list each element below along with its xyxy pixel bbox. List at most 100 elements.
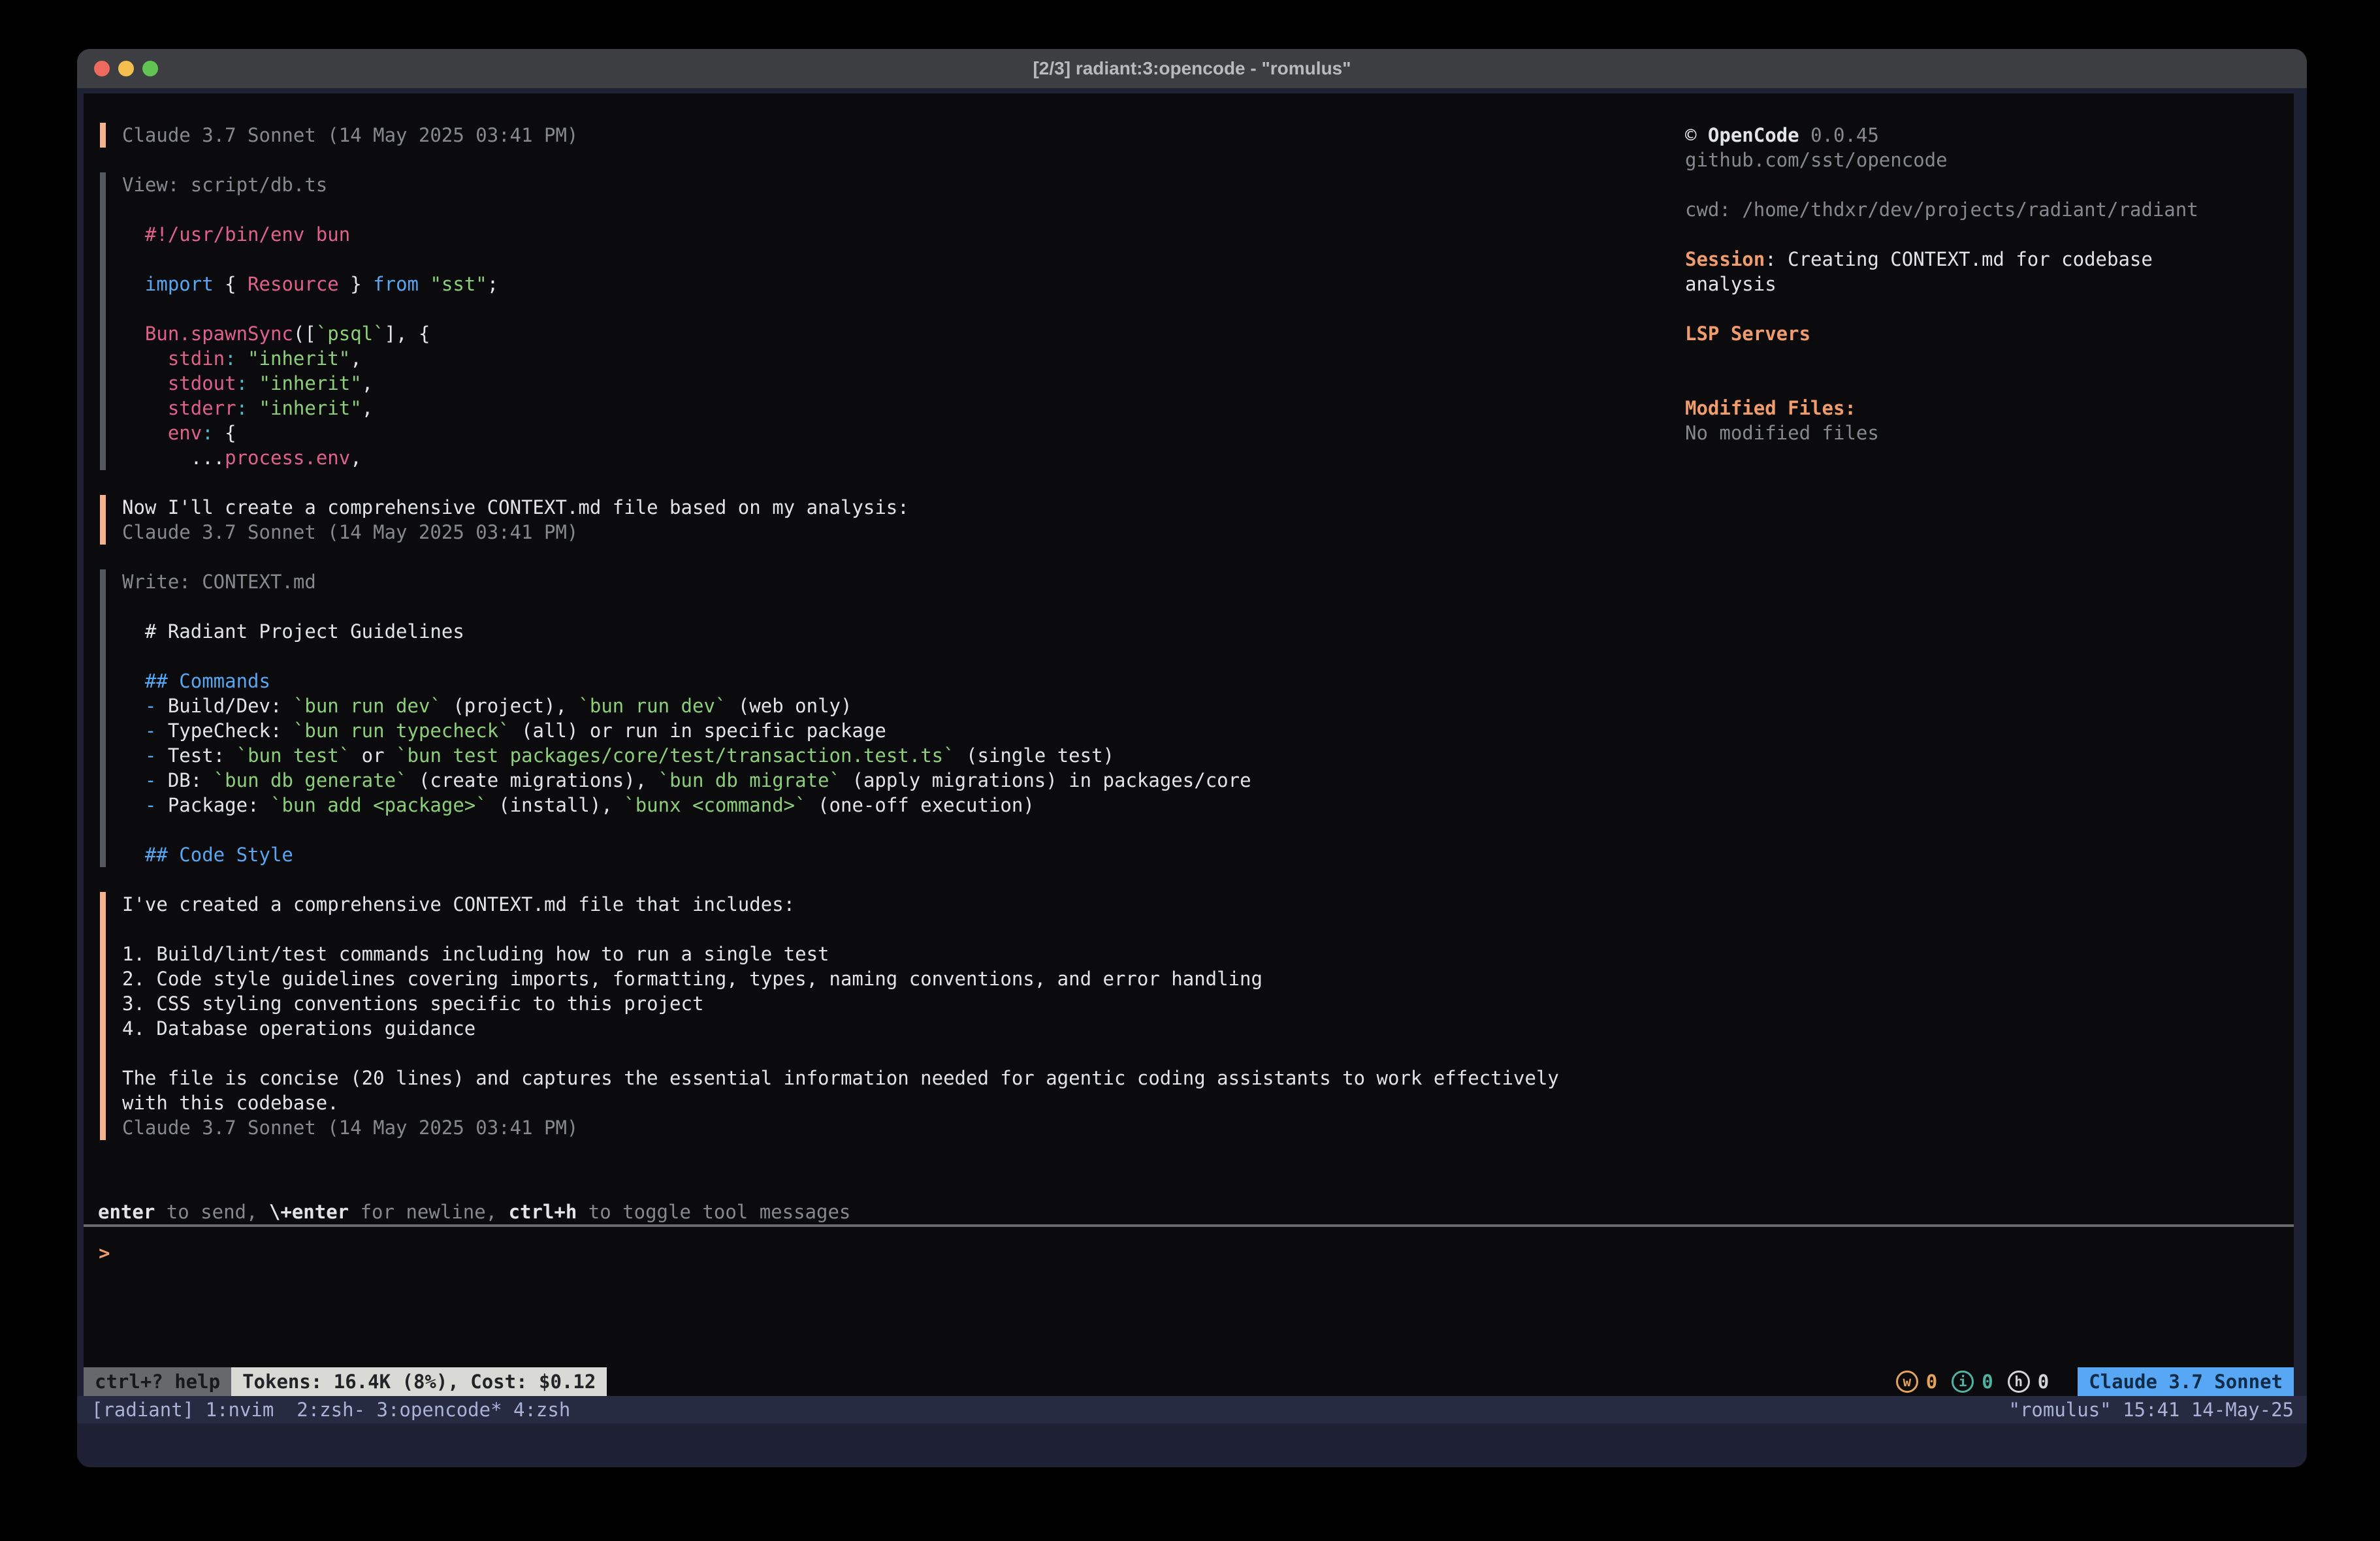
text-span: with this codebase.: [122, 1092, 339, 1114]
text-span: Build/Dev:: [156, 695, 293, 717]
sidebar-line: No modified files: [84, 421, 2294, 445]
message-accent-bar: [100, 520, 106, 545]
chat-line-text: with this codebase.: [122, 1090, 339, 1115]
text-span: `bun test packages/core/test/transaction…: [396, 744, 955, 767]
message-accent-bar: [100, 942, 106, 966]
sidebar-line: github.com/sst/opencode: [84, 148, 2294, 172]
text-span: -: [145, 720, 156, 742]
chat-line-text: Now I'll create a comprehensive CONTEXT.…: [122, 495, 909, 520]
tmux-status-bar: [radiant] 1:nvim 2:zsh- 3:opencode* 4:zs…: [77, 1396, 2307, 1423]
chat-line-text: 1. Build/lint/test commands including ho…: [122, 942, 829, 966]
sidebar-line-text: LSP Servers: [1685, 321, 1810, 346]
tool-accent-bar: [100, 445, 106, 470]
text-span: `bun run dev`: [578, 695, 726, 717]
sidebar-line-text: © OpenCode 0.0.45: [1685, 123, 1879, 148]
chat-line-text: I've created a comprehensive CONTEXT.md …: [122, 892, 795, 917]
chat-line: Claude 3.7 Sonnet (14 May 2025 03:41 PM): [84, 520, 2294, 545]
text-span: 4. Database operations guidance: [122, 1017, 475, 1040]
chat-line: - Package: `bun add <package>` (install)…: [84, 793, 2294, 818]
text-span: Package:: [156, 794, 270, 816]
zoom-button-icon[interactable]: [142, 61, 158, 76]
message-accent-bar: [100, 1090, 106, 1115]
text-span: [122, 794, 145, 816]
sidebar-line: LSP Servers: [84, 321, 2294, 346]
chat-line: 1. Build/lint/test commands including ho…: [84, 942, 2294, 966]
text-span: `bun run typecheck`: [293, 720, 510, 742]
text-span: Modified Files:: [1685, 397, 1856, 419]
sidebar-line: cwd: /home/thdxr/dev/projects/radiant/ra…: [84, 197, 2294, 222]
close-button-icon[interactable]: [94, 61, 110, 76]
chat-line-text: - DB: `bun db generate` (create migratio…: [122, 768, 1251, 793]
tool-accent-bar: [100, 669, 106, 693]
minimize-button-icon[interactable]: [118, 61, 134, 76]
tool-accent-bar: [100, 743, 106, 768]
text-span: \+enter: [269, 1201, 349, 1223]
status-right-group: w0i0h0 Claude 3.7 Sonnet: [1896, 1367, 2294, 1396]
text-span: (install),: [487, 794, 624, 816]
chat-line: Now I'll create a comprehensive CONTEXT.…: [84, 495, 2294, 520]
tool-accent-bar: [100, 693, 106, 718]
diagnostic-i-icon: i: [1952, 1371, 1974, 1393]
traffic-lights: [94, 61, 158, 76]
message-accent-bar: [100, 1016, 106, 1041]
tool-accent-bar: [100, 569, 106, 594]
sidebar-line: [84, 296, 2294, 321]
chat-line-text: - TypeCheck: `bun run typecheck` (all) o…: [122, 718, 886, 743]
text-span: ...: [122, 447, 225, 469]
chat-line-text: 4. Database operations guidance: [122, 1016, 475, 1041]
chat-line-text: # Radiant Project Guidelines: [122, 619, 464, 644]
sidebar-line-text: github.com/sst/opencode: [1685, 148, 1948, 172]
tool-accent-bar: [100, 818, 106, 842]
chat-line-text: - Package: `bun add <package>` (install)…: [122, 793, 1035, 818]
text-span: to toggle tool messages: [577, 1201, 850, 1223]
text-span: ## Code Style: [145, 844, 293, 866]
diagnostic-i: i0: [1952, 1371, 1993, 1393]
tmux-session-windows[interactable]: [radiant] 1:nvim 2:zsh- 3:opencode* 4:zs…: [91, 1396, 570, 1423]
chat-line: The file is concise (20 lines) and captu…: [84, 1066, 2294, 1090]
text-span: [122, 769, 145, 791]
diagnostic-w-icon: w: [1896, 1371, 1918, 1393]
chat-line: Write: CONTEXT.md: [84, 569, 2294, 594]
model-badge[interactable]: Claude 3.7 Sonnet: [2078, 1367, 2294, 1396]
chat-line: [84, 545, 2294, 569]
sidebar-line: [84, 371, 2294, 396]
tool-accent-bar: [100, 644, 106, 669]
text-span: OpenCode: [1708, 124, 1799, 146]
text-span: [122, 720, 145, 742]
tool-accent-bar: [100, 768, 106, 793]
text-span: (all) or run in specific package: [510, 720, 886, 742]
terminal-content: Claude 3.7 Sonnet (14 May 2025 03:41 PM)…: [84, 93, 2294, 1396]
text-span: `bun test`: [236, 744, 351, 767]
window-titlebar: [2/3] radiant:3:opencode - "romulus": [77, 49, 2307, 88]
text-span: Claude 3.7 Sonnet (14 May 2025 03:41 PM): [122, 1117, 578, 1139]
diagnostic-count: 0: [1926, 1371, 1937, 1393]
text-span: `bun add <package>`: [270, 794, 487, 816]
help-badge[interactable]: ctrl+? help: [84, 1367, 231, 1396]
text-span: process.env: [225, 447, 350, 469]
text-span: ,: [350, 447, 361, 469]
tokens-cost-badge: Tokens: 16.4K (8%), Cost: $0.12: [231, 1367, 607, 1396]
text-span: Claude 3.7 Sonnet (14 May 2025 03:41 PM): [122, 521, 578, 543]
diagnostic-h: h0: [2008, 1371, 2049, 1393]
prompt-input[interactable]: >: [84, 1241, 2294, 1265]
text-span: Test:: [156, 744, 236, 767]
chat-line: ...process.env,: [84, 445, 2294, 470]
text-span: -: [145, 794, 156, 816]
status-bar: ctrl+? help Tokens: 16.4K (8%), Cost: $0…: [84, 1367, 2294, 1396]
text-span: `bun run dev`: [293, 695, 442, 717]
sidebar-line: [84, 172, 2294, 197]
chat-line-text: 2. Code style guidelines covering import…: [122, 966, 1262, 991]
chat-line-text: Write: CONTEXT.md: [122, 569, 316, 594]
text-span: (project),: [442, 695, 579, 717]
input-separator: [84, 1224, 2294, 1227]
sidebar-line: Modified Files:: [84, 396, 2294, 421]
diagnostic-count: 0: [1982, 1371, 1993, 1393]
text-span: (web only): [726, 695, 852, 717]
chat-line: [84, 917, 2294, 942]
chat-line: ## Commands: [84, 669, 2294, 693]
sidebar-line-text: No modified files: [1685, 421, 1879, 445]
text-span: -: [145, 769, 156, 791]
chat-line-text: The file is concise (20 lines) and captu…: [122, 1066, 1559, 1090]
sidebar-line: Session: Creating CONTEXT.md for codebas…: [84, 247, 2294, 272]
tool-accent-bar: [100, 718, 106, 743]
